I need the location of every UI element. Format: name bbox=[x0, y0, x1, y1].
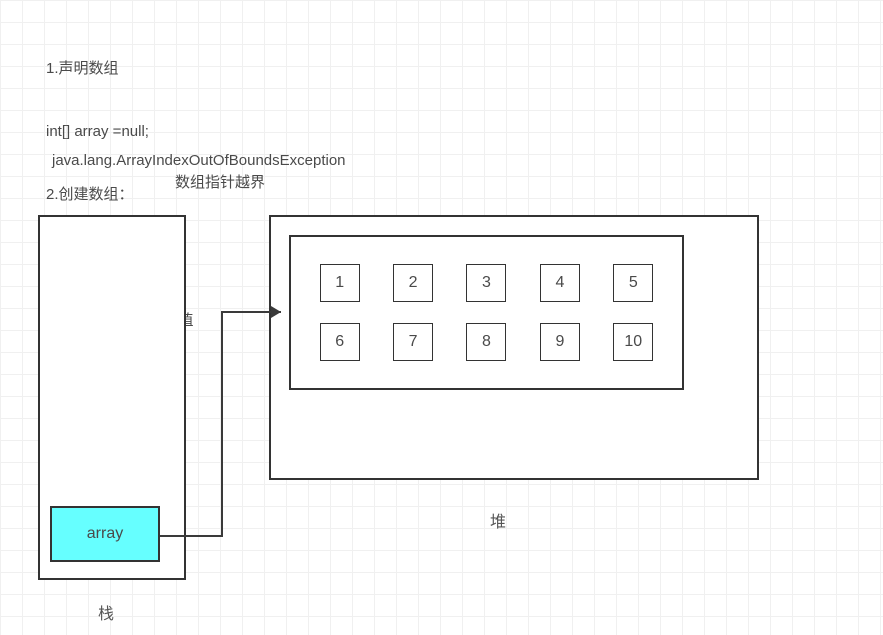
heap-cell: 10 bbox=[613, 323, 653, 361]
exception-line: java.lang.ArrayIndexOutOfBoundsException bbox=[52, 150, 346, 171]
heap-cell: 9 bbox=[540, 323, 580, 361]
heap-cell: 3 bbox=[466, 264, 506, 302]
code-line-1: 1.声明数组 bbox=[46, 58, 194, 79]
heap-cell: 1 bbox=[320, 264, 360, 302]
heap-cell: 2 bbox=[393, 264, 433, 302]
heap-cell: 6 bbox=[320, 323, 360, 361]
stack-box: array bbox=[38, 215, 186, 580]
heap-cells: 1 2 3 4 5 6 7 8 9 10 bbox=[291, 237, 682, 388]
stack-label: 栈 bbox=[98, 600, 114, 624]
stack-variable-array: array bbox=[50, 506, 160, 562]
heap-cell: 5 bbox=[613, 264, 653, 302]
heap-cell: 7 bbox=[393, 323, 433, 361]
heap-cell: 8 bbox=[466, 323, 506, 361]
code-line-3: 2.创建数组： bbox=[46, 184, 194, 205]
heap-box: 1 2 3 4 5 6 7 8 9 10 bbox=[269, 215, 759, 480]
heap-array-object: 1 2 3 4 5 6 7 8 9 10 bbox=[289, 235, 684, 390]
exception-note: 数组指针越界 bbox=[175, 172, 265, 193]
heap-label: 堆 bbox=[490, 508, 506, 532]
code-line-2: int[] array =null; bbox=[46, 121, 194, 142]
diagram-canvas: 1.声明数组 int[] array =null; 2.创建数组： array … bbox=[0, 0, 883, 635]
heap-cell: 4 bbox=[540, 264, 580, 302]
